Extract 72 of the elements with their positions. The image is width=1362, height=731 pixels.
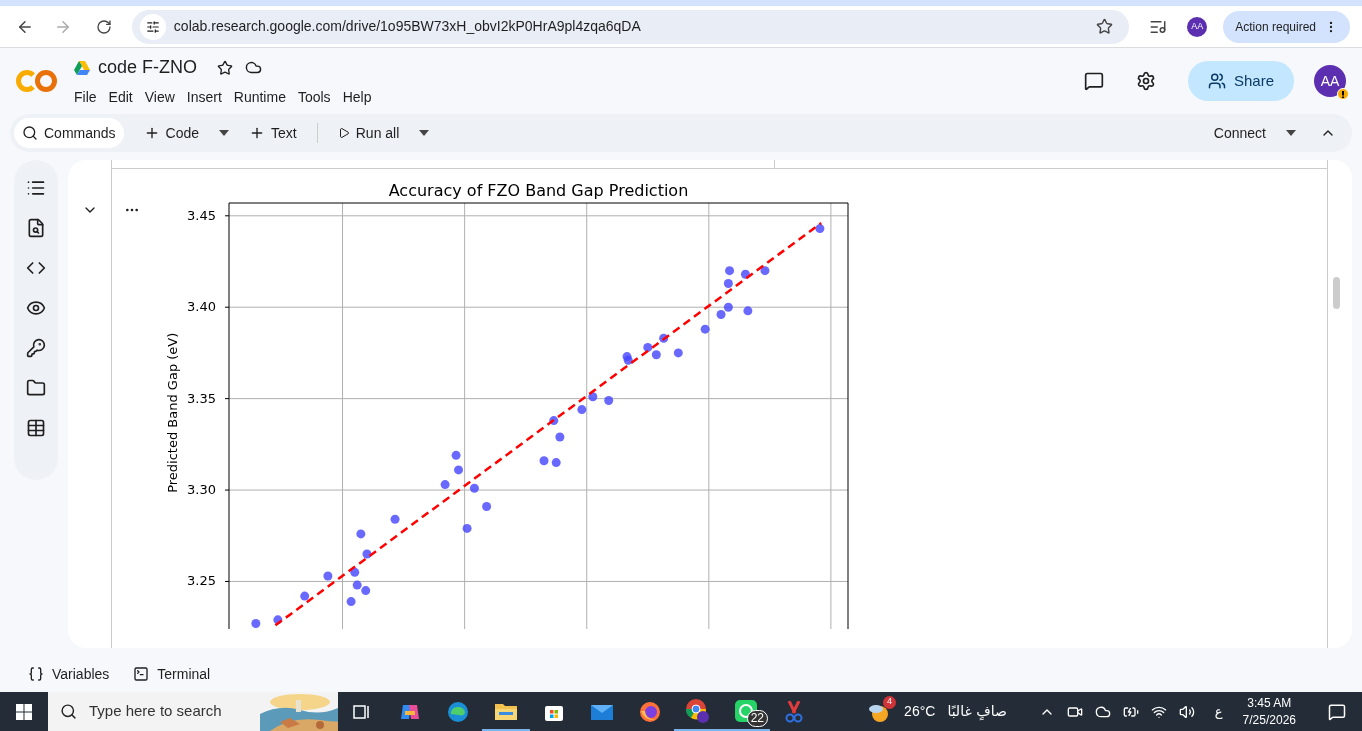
action-required-button[interactable]: Action required: [1223, 10, 1350, 43]
address-bar[interactable]: colab.research.google.com/drive/1o95BW73xH_obvI2kP0HrA9pl4zqa6qDA: [131, 9, 1130, 44]
add-cell-button[interactable]: Text: [241, 118, 305, 148]
clock-time[interactable]: 3:45 AM: [1247, 694, 1292, 712]
bookmark-icon[interactable]: [1096, 18, 1114, 35]
snipping-tool-icon: [785, 700, 803, 723]
y-tick-label: 3.25: [187, 574, 216, 588]
add-cell-button[interactable]: Code: [135, 118, 208, 148]
temperature: 26°C: [904, 702, 936, 721]
variables-button[interactable]: Variables: [28, 663, 110, 685]
task-view-icon: [353, 702, 371, 721]
colab-logo: [16, 68, 58, 94]
menu-item[interactable]: File: [74, 87, 97, 108]
clock-date[interactable]: 7/25/2026: [1242, 711, 1296, 729]
mail-icon: [591, 702, 613, 721]
profile-avatar[interactable]: AA: [1187, 16, 1208, 37]
y-tick-label: 3.35: [187, 391, 216, 405]
terminal-icon: [133, 666, 150, 682]
menu-item[interactable]: Runtime: [233, 87, 286, 108]
firefox-icon: [639, 700, 661, 723]
edge-icon: [447, 700, 469, 723]
commands-button[interactable]: Commands: [14, 118, 124, 148]
taskbar-button[interactable]: 22: [722, 692, 770, 731]
drive-icon: [74, 60, 90, 75]
start-button: [16, 703, 32, 720]
menu-item[interactable]: Insert: [186, 87, 222, 108]
folder-icon: [495, 701, 517, 720]
menu-item[interactable]: Tools: [297, 87, 331, 108]
chart-title: Accuracy of FZO Band Gap Prediction: [387, 180, 690, 202]
comments-icon[interactable]: [1084, 71, 1104, 91]
menu-item[interactable]: Edit: [108, 87, 133, 108]
caret-icon: [1286, 130, 1296, 136]
menu-item[interactable]: Help: [342, 87, 372, 108]
url-text: colab.research.google.com/drive/1o95BW73xH_obvI2kP0HrA9pl4zqa6qDA: [173, 17, 641, 36]
taskbar-search-field[interactable]: Type here to search: [48, 692, 338, 731]
account-avatar[interactable]: AA: [1314, 65, 1346, 97]
weather-text: صافٍ غالبًا: [947, 702, 1007, 722]
eye-icon[interactable]: [26, 298, 46, 318]
play-icon: [337, 127, 350, 139]
terminal-button[interactable]: Terminal: [133, 663, 211, 685]
table-icon[interactable]: [26, 418, 46, 438]
table-of-contents-icon[interactable]: [26, 178, 46, 198]
braces-icon: [28, 666, 44, 682]
people-icon: [1208, 72, 1226, 90]
notifications-icon[interactable]: [1328, 702, 1346, 721]
y-axis-label: Predicted Band Gap (eV): [164, 332, 182, 494]
key-icon[interactable]: [26, 338, 46, 358]
notebook-title[interactable]: code F-ZNO: [98, 54, 198, 81]
search-placeholder: Type here to search: [89, 701, 222, 722]
chrome-icon: [685, 697, 711, 724]
weather-badge: 4: [883, 695, 897, 709]
scrollbar[interactable]: [1333, 277, 1340, 309]
y-tick-label: 3.40: [187, 300, 216, 314]
site-settings-icon[interactable]: [145, 19, 160, 34]
volume-icon[interactable]: [1178, 703, 1195, 720]
menu-item[interactable]: View: [144, 87, 175, 108]
reload-icon[interactable]: [95, 18, 112, 35]
star-icon[interactable]: [217, 59, 234, 76]
notification-badge: 22: [746, 710, 768, 727]
folder-icon[interactable]: [26, 378, 46, 398]
warning-icon: [1337, 88, 1349, 100]
search-icon: [22, 125, 38, 141]
y-tick-label: 3.30: [187, 483, 216, 497]
cloud-icon[interactable]: [245, 59, 263, 76]
search-icon: [60, 703, 77, 720]
run-all-button[interactable]: Run all: [329, 118, 408, 148]
share-button[interactable]: Share: [1188, 61, 1294, 101]
language-indicator[interactable]: ع: [1214, 701, 1223, 722]
y-tick-label: 3.45: [187, 208, 216, 222]
connect-button[interactable]: Connect: [1205, 122, 1274, 144]
settings-icon[interactable]: [1136, 71, 1156, 91]
find-icon[interactable]: [26, 218, 46, 238]
